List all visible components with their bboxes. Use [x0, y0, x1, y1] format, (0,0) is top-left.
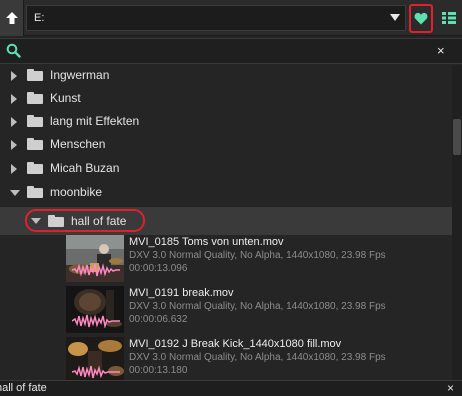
chevron-right-icon[interactable] [11, 140, 17, 150]
video-thumbnail [66, 235, 124, 282]
search-bar: × [0, 38, 462, 64]
folder-icon [27, 69, 43, 81]
folder-icon [27, 162, 43, 174]
chevron-down-icon[interactable] [31, 218, 41, 224]
media-item[interactable]: MVI_0185 Toms von unten.mov DXV 3.0 Norm… [66, 235, 452, 285]
search-input[interactable] [26, 43, 426, 61]
chevron-right-icon[interactable] [11, 94, 17, 104]
media-duration: 00:00:13.096 [129, 263, 188, 274]
media-format: DXV 3.0 Normal Quality, No Alpha, 1440x1… [129, 250, 386, 261]
folder-icon [48, 215, 64, 227]
media-filename: MVI_0185 Toms von unten.mov [129, 236, 284, 248]
arrow-up-icon [5, 12, 18, 24]
media-item[interactable]: MVI_0191 break.mov DXV 3.0 Normal Qualit… [66, 286, 452, 336]
media-format: DXV 3.0 Normal Quality, No Alpha, 1440x1… [129, 352, 386, 363]
clear-search-button[interactable]: × [437, 43, 445, 59]
chevron-right-icon[interactable] [11, 71, 17, 81]
tree-folder-lang-mit-effekten[interactable]: lang mit Effekten [0, 111, 452, 133]
media-duration: 00:00:13.180 [129, 365, 188, 376]
folder-label: Kunst [50, 91, 81, 105]
folder-icon [27, 138, 43, 150]
tree-folder-hall-of-fate[interactable]: hall of fate [0, 207, 452, 235]
tree-folder-menschen[interactable]: Menschen [0, 134, 452, 156]
media-item[interactable]: MVI_0192 J Break Kick_1440x1080 fill.mov… [66, 337, 452, 380]
media-format: DXV 3.0 Normal Quality, No Alpha, 1440x1… [129, 301, 386, 312]
up-button[interactable] [0, 0, 24, 36]
folder-label: lang mit Effekten [50, 114, 140, 128]
media-duration: 00:00:06.632 [129, 314, 188, 325]
chevron-right-icon[interactable] [11, 164, 17, 174]
folder-icon [27, 186, 43, 198]
view-toggle-button[interactable] [438, 6, 460, 30]
status-text: hall of fate [0, 382, 47, 394]
search-icon [6, 43, 21, 58]
file-tree: Ingwerman Kunst lang mit Effekten Mensch… [0, 65, 452, 380]
folder-label: hall of fate [71, 214, 127, 228]
waveform-icon [72, 314, 120, 328]
tree-folder-kunst[interactable]: Kunst [0, 88, 452, 110]
chevron-right-icon[interactable] [11, 117, 17, 127]
tree-folder-moonbike[interactable]: moonbike [0, 182, 452, 204]
folder-label: moonbike [50, 185, 103, 199]
folder-label: Micah Buzan [50, 161, 120, 175]
folder-icon [27, 92, 43, 104]
status-bar: hall of fate × [0, 380, 462, 396]
toolbar: E: [0, 0, 462, 36]
list-grid-icon [442, 12, 456, 24]
scrollbar[interactable] [452, 65, 462, 380]
folder-label: Menschen [50, 137, 106, 151]
folder-label: Ingwerman [50, 68, 110, 82]
close-icon[interactable]: × [447, 381, 454, 395]
path-value: E: [34, 12, 45, 24]
favorites-button[interactable] [409, 4, 433, 33]
tree-folder-micah-buzan[interactable]: Micah Buzan [0, 158, 452, 180]
folder-icon [27, 115, 43, 127]
waveform-icon [72, 263, 120, 277]
waveform-icon [72, 365, 120, 379]
scrollbar-thumb[interactable] [453, 119, 461, 155]
media-filename: MVI_0192 J Break Kick_1440x1080 fill.mov [129, 338, 342, 350]
chevron-down-icon[interactable] [390, 14, 400, 21]
media-filename: MVI_0191 break.mov [129, 287, 234, 299]
video-thumbnail [66, 337, 124, 380]
chevron-down-icon[interactable] [10, 190, 20, 196]
video-thumbnail [66, 286, 124, 333]
heart-icon [414, 12, 428, 25]
tree-folder-ingwerman[interactable]: Ingwerman [0, 65, 452, 87]
path-dropdown[interactable]: E: [26, 5, 406, 31]
